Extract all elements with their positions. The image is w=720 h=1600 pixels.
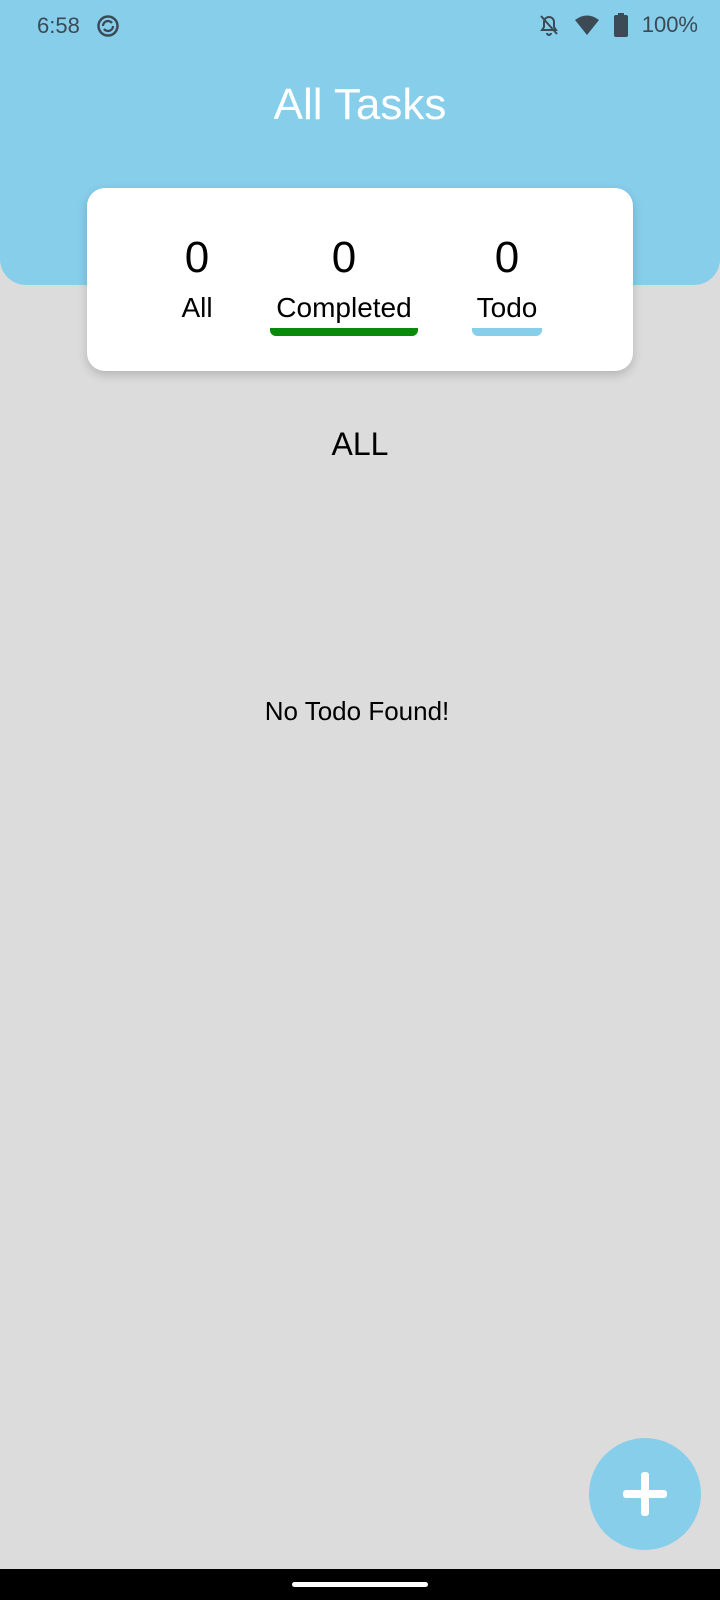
todo-count: 0 — [494, 233, 520, 282]
filter-title: ALL — [331, 426, 389, 462]
completed-underline — [270, 328, 418, 336]
sync-icon — [96, 14, 120, 38]
stat-todo-tab[interactable]: 0 Todo — [472, 232, 542, 336]
status-icons: 100% — [538, 12, 698, 38]
page-title: All Tasks — [273, 80, 447, 129]
stat-all-tab[interactable]: 0 All — [177, 232, 217, 326]
empty-message: No Todo Found! — [264, 696, 450, 726]
status-bar: 6:58 100% — [0, 0, 720, 54]
battery-icon — [613, 13, 628, 37]
all-count: 0 — [184, 233, 210, 282]
status-time: 6:58 — [37, 13, 80, 38]
todo-underline — [472, 328, 542, 336]
navigation-bar — [0, 1569, 720, 1600]
bell-off-icon — [538, 13, 560, 37]
completed-label: Completed — [276, 292, 412, 323]
stats-card: 0 All 0 Completed 0 Todo — [87, 188, 633, 371]
completed-count: 0 — [331, 233, 357, 282]
add-task-button[interactable] — [589, 1438, 701, 1550]
all-label: All — [181, 292, 213, 323]
home-indicator[interactable] — [292, 1582, 428, 1587]
stat-completed-tab[interactable]: 0 Completed — [270, 232, 418, 336]
wifi-icon — [574, 14, 600, 36]
plus-icon — [623, 1472, 667, 1516]
todo-label: Todo — [476, 292, 538, 323]
battery-percent: 100% — [641, 12, 698, 37]
